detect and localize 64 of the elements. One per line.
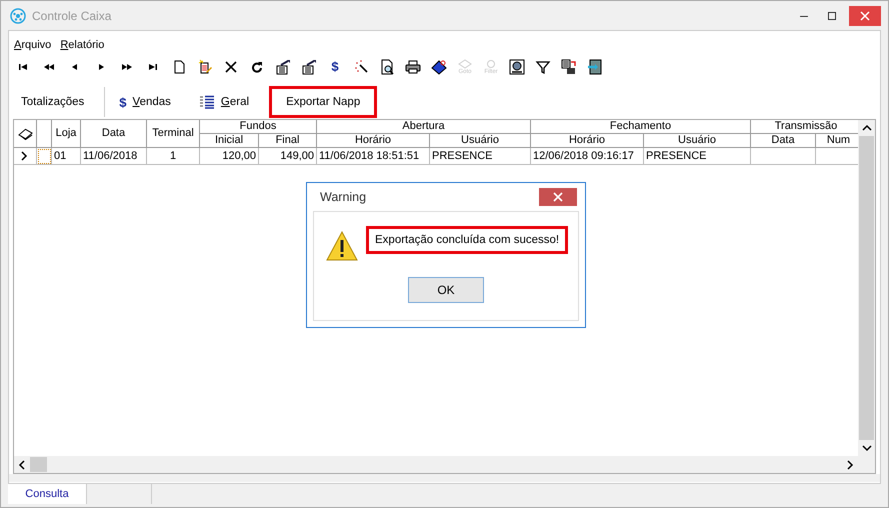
diamond-icon [457,59,473,69]
focus-cell[interactable] [37,148,52,165]
dialog-title: Warning [320,190,366,204]
column-header[interactable]: Usuário [644,134,751,148]
column-header[interactable]: Data [81,120,147,148]
close-icon[interactable] [849,6,881,26]
table-cell: 120,00 [200,148,259,165]
edit-document-icon [197,59,213,75]
refresh-icon [249,59,265,75]
row-indicator[interactable] [14,148,37,165]
tab-button[interactable]: Geral [184,87,264,117]
monitor-icon [509,59,525,75]
tab-button[interactable]: $ Vendas [105,86,185,118]
ok-button[interactable]: OK [408,277,484,303]
menu-item[interactable]: Relatório [60,39,104,53]
table-cell: 12/06/2018 09:16:17 [531,148,644,165]
delete-icon [223,59,239,75]
column-header[interactable]: Horário [531,134,644,148]
tab-button[interactable]: Totalizações [9,88,104,116]
export-icon [275,59,291,75]
table-cell: 11/06/2018 [81,148,147,165]
column-header[interactable]: Usuário [430,134,531,148]
window-title: Controle Caixa [32,8,112,22]
print-preview-icon [379,59,395,75]
list-icon [198,95,215,109]
table-cell: 1 [147,148,200,165]
table-cell: 149,00 [259,148,317,165]
column-header[interactable]: Horário [317,134,430,148]
wand-icon [353,59,369,75]
current-row-icon [20,151,28,161]
dollar-icon: $ [331,59,339,75]
filter-icon [535,59,551,75]
dollar-icon: $ [119,94,127,110]
column-header[interactable]: Fechamento [531,120,751,134]
table-cell [751,148,816,165]
dialog-message: Exportação concluída com sucesso! [366,226,568,254]
tag-icon [431,59,447,75]
column-header[interactable]: Transmissão [751,120,858,134]
printer-icon [405,59,421,75]
column-header[interactable]: Final [259,134,317,148]
column-header[interactable]: Loja [52,120,81,148]
column-header[interactable]: Inicial [200,134,259,148]
close-icon[interactable] [539,188,577,206]
column-header[interactable]: Data [751,134,816,148]
table-cell: 11/06/2018 18:51:51 [317,148,430,165]
column-header[interactable]: Terminal [147,120,200,148]
app-icon [10,8,26,24]
tab-button[interactable]: Exportar Napp [269,86,378,118]
exit-icon [587,59,603,75]
column-header[interactable]: Fundos [200,120,317,134]
menu-item[interactable]: Arquivo [14,39,52,53]
table-cell: 01 [52,148,81,165]
column-header[interactable]: Abertura [317,120,531,134]
toolbar-button[interactable]: $ [324,57,346,77]
table-cell: PRESENCE [644,148,751,165]
status-panel: Consulta [8,484,87,504]
scrollbar-thumb[interactable] [859,136,874,440]
column-header[interactable]: Num [816,134,858,148]
table-cell: PRESENCE [430,148,531,165]
book-icon [18,128,32,140]
import-icon [301,59,317,75]
warning-icon [326,231,358,261]
scrollbar-thumb[interactable] [30,457,47,472]
save-icon [561,59,577,75]
